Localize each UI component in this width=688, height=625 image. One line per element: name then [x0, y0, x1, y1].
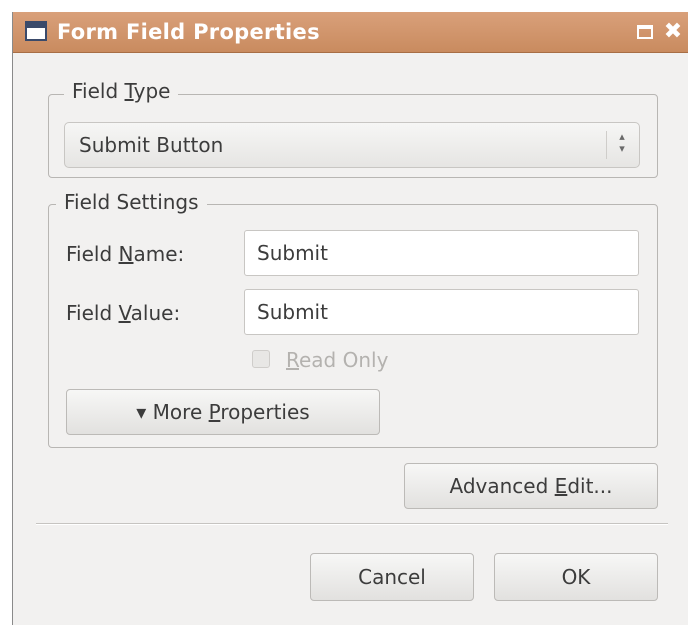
- field-settings-legend: Field Settings: [56, 190, 207, 214]
- form-window-icon: [25, 21, 47, 41]
- up-down-arrows-icon: ▴ ▾: [619, 130, 625, 155]
- field-type-select[interactable]: Submit Button ▴ ▾: [64, 122, 640, 168]
- read-only-label: Read Only: [286, 348, 389, 372]
- window-title: Form Field Properties: [57, 20, 320, 44]
- horizontal-separator: [36, 523, 668, 525]
- maximize-icon[interactable]: [635, 22, 655, 42]
- field-value-input[interactable]: [244, 289, 639, 335]
- field-value-label: Field Value:: [66, 301, 181, 325]
- close-icon[interactable]: ✖: [663, 21, 683, 43]
- field-type-selected-value: Submit Button: [79, 133, 224, 157]
- ok-button[interactable]: OK: [494, 553, 658, 601]
- more-properties-button[interactable]: ▾ More Properties: [66, 389, 380, 435]
- read-only-checkbox[interactable]: [252, 350, 270, 368]
- title-bar[interactable]: Form Field Properties ✖: [13, 12, 688, 53]
- advanced-edit-button[interactable]: Advanced Edit...: [404, 463, 658, 509]
- field-name-label: Field Name:: [66, 242, 185, 266]
- select-divider: [606, 131, 607, 159]
- field-name-input[interactable]: [244, 230, 639, 276]
- field-type-legend: Field Type: [64, 79, 179, 103]
- cancel-button[interactable]: Cancel: [310, 553, 474, 601]
